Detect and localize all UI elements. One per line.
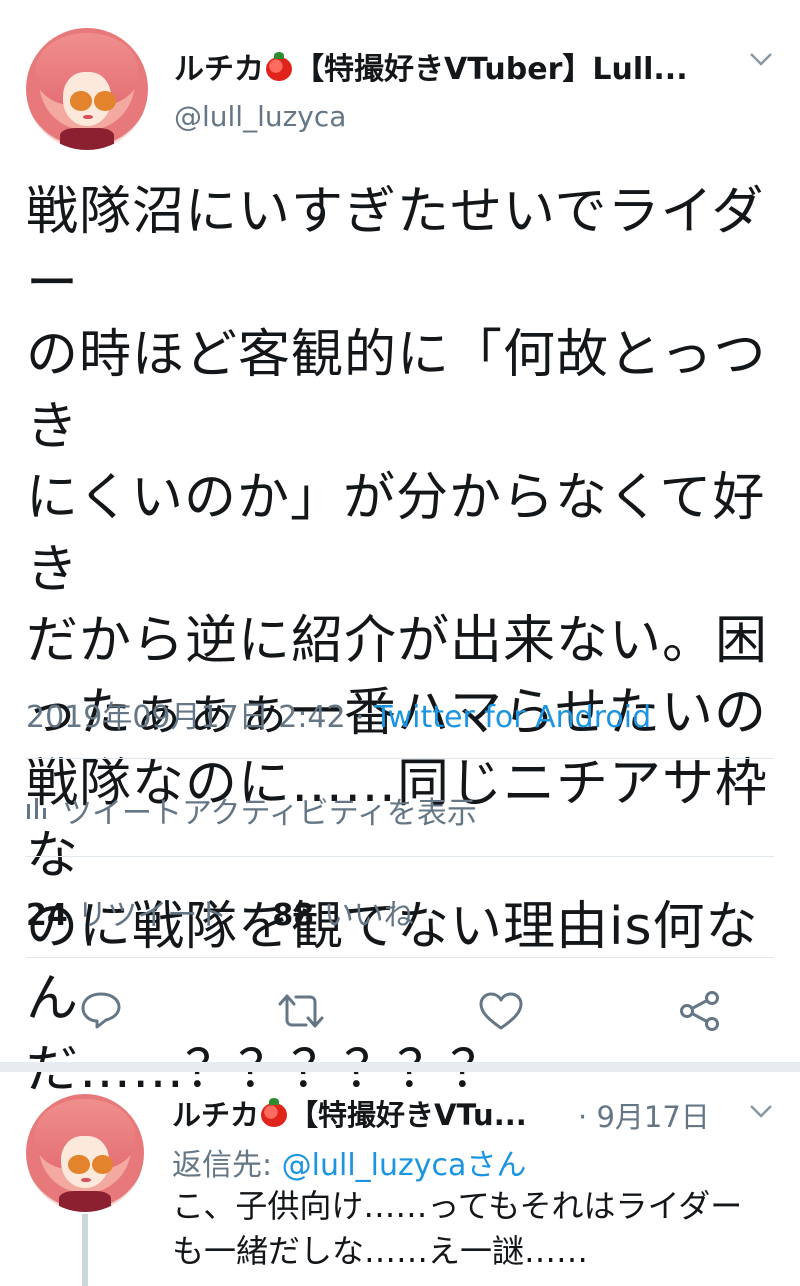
retweet-label: リツイート bbox=[77, 898, 228, 933]
bar-chart-icon bbox=[26, 793, 48, 828]
like-label: いいね bbox=[323, 898, 414, 933]
tweet-text-line: にくいのか」が分からなくて好き bbox=[26, 468, 766, 600]
heart-icon[interactable] bbox=[478, 991, 524, 1031]
tweet-text: 戦隊沼にいすぎたせいでライダー の時ほど客観的に「何故とっつき にくいのか」が分… bbox=[26, 177, 786, 1107]
like-stat[interactable]: 88 いいね bbox=[272, 898, 413, 933]
activity-label: ツイートアクティビティを表示 bbox=[62, 796, 477, 831]
tomato-icon bbox=[261, 1098, 288, 1127]
divider bbox=[26, 957, 774, 958]
reply-text: こ、子供向け……ってもそれはライダー も一緒だしな……え一謎…… bbox=[172, 1184, 792, 1274]
timestamp[interactable]: 2019年09月17日 2:42 bbox=[26, 700, 346, 735]
reply-to-label: 返信先: bbox=[172, 1148, 273, 1183]
reply-avatar[interactable] bbox=[26, 1094, 144, 1212]
reply-name-suffix: 【特撮好きVTu... bbox=[289, 1098, 527, 1132]
reply-display-name: ルチカ bbox=[172, 1098, 260, 1132]
retweet-icon[interactable] bbox=[276, 992, 326, 1030]
author-handle[interactable]: @lull_luzyca bbox=[174, 100, 346, 133]
tweet-text-line: 戦隊沼にいすぎたせいでライダー bbox=[26, 182, 765, 314]
reply-text-line: も一緒だしな……え一謎…… bbox=[172, 1232, 589, 1270]
display-name: ルチカ bbox=[174, 52, 264, 87]
chevron-down-icon[interactable] bbox=[748, 50, 774, 72]
name-suffix: 【特撮好きVTuber】Lull... bbox=[294, 52, 688, 87]
reply-author-name[interactable]: ルチカ 【特撮好きVTu... bbox=[172, 1092, 527, 1134]
divider bbox=[26, 856, 774, 857]
reply-icon[interactable] bbox=[80, 990, 122, 1030]
retweet-count: 24 bbox=[26, 898, 68, 933]
tweet-meta: 2019年09月17日 2:42 · Twitter for Android bbox=[26, 692, 651, 736]
chevron-down-icon[interactable] bbox=[748, 1102, 774, 1124]
tweet-text-line: だから逆に紹介が出来ない。困 bbox=[26, 611, 769, 671]
source-link[interactable]: Twitter for Android bbox=[374, 700, 651, 735]
reply-date[interactable]: 9月17日 bbox=[596, 1100, 709, 1134]
section-separator bbox=[0, 1062, 800, 1072]
tweet-stats: 24 リツイート 88 いいね bbox=[26, 890, 414, 934]
thread-line bbox=[82, 1214, 88, 1286]
tomato-icon bbox=[266, 52, 292, 81]
author-name[interactable]: ルチカ 【特撮好きVTuber】Lull... bbox=[174, 44, 688, 88]
avatar[interactable] bbox=[26, 28, 148, 150]
reply-to: 返信先: @lull_luzycaさん bbox=[172, 1140, 526, 1184]
share-icon[interactable] bbox=[678, 990, 722, 1032]
reply-text-line: こ、子供向け……ってもそれはライダー bbox=[172, 1187, 743, 1225]
tweet-text-line: の時ほど客観的に「何故とっつき bbox=[26, 325, 767, 457]
divider bbox=[26, 758, 774, 759]
like-count: 88 bbox=[272, 898, 315, 933]
reply-separator: · bbox=[578, 1100, 588, 1134]
retweet-stat[interactable]: 24 リツイート bbox=[26, 898, 227, 933]
reply-date-group: · 9月17日 bbox=[578, 1094, 710, 1136]
meta-separator: · bbox=[355, 700, 365, 735]
reply-to-handle[interactable]: @lull_luzycaさん bbox=[282, 1148, 527, 1183]
view-activity-link[interactable]: ツイートアクティビティを表示 bbox=[26, 788, 477, 832]
